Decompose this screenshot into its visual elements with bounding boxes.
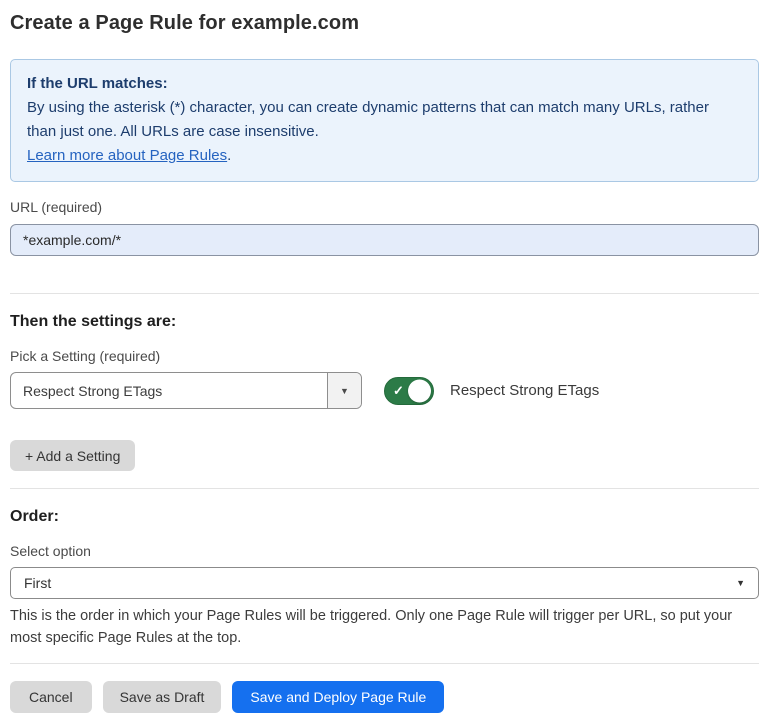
check-icon: ✓: [393, 384, 404, 397]
order-help-text: This is the order in which your Page Rul…: [10, 605, 759, 649]
save-as-draft-button[interactable]: Save as Draft: [103, 681, 222, 713]
order-section-heading: Order:: [10, 508, 759, 526]
respect-strong-etags-toggle[interactable]: ✓: [384, 377, 434, 405]
divider: [10, 488, 759, 489]
setting-dropdown[interactable]: Respect Strong ETags ▼: [10, 372, 362, 409]
info-box-body: By using the asterisk (*) character, you…: [27, 96, 742, 144]
divider: [10, 293, 759, 294]
order-select-value: First: [24, 575, 51, 591]
setting-row: Respect Strong ETags ▼ ✓ Respect Strong …: [10, 372, 759, 409]
page-title: Create a Page Rule for example.com: [10, 12, 759, 35]
divider: [10, 663, 759, 664]
add-setting-button[interactable]: + Add a Setting: [10, 440, 135, 471]
setting-dropdown-arrow-button[interactable]: ▼: [327, 373, 361, 408]
url-input[interactable]: [10, 224, 759, 256]
settings-section-heading: Then the settings are:: [10, 313, 759, 331]
cancel-button[interactable]: Cancel: [10, 681, 92, 713]
url-match-info-box: If the URL matches: By using the asteris…: [10, 59, 759, 182]
info-box-heading: If the URL matches:: [27, 72, 742, 96]
url-field-label: URL (required): [10, 199, 759, 215]
page-rule-form: Create a Page Rule for example.com If th…: [0, 0, 769, 713]
order-select-label: Select option: [10, 543, 759, 559]
learn-more-link[interactable]: Learn more about Page Rules: [27, 147, 227, 164]
link-period: .: [227, 147, 231, 164]
info-box-link-line: Learn more about Page Rules.: [27, 144, 742, 168]
footer-actions: Cancel Save as Draft Save and Deploy Pag…: [10, 681, 759, 713]
toggle-label: Respect Strong ETags: [450, 382, 599, 399]
toggle-knob: [408, 379, 431, 402]
setting-dropdown-value: Respect Strong ETags: [11, 373, 327, 408]
chevron-down-icon: ▼: [736, 578, 745, 588]
save-and-deploy-button[interactable]: Save and Deploy Page Rule: [232, 681, 444, 713]
order-select[interactable]: First ▼: [10, 567, 759, 599]
pick-setting-label: Pick a Setting (required): [10, 348, 759, 364]
chevron-down-icon: ▼: [340, 386, 349, 396]
